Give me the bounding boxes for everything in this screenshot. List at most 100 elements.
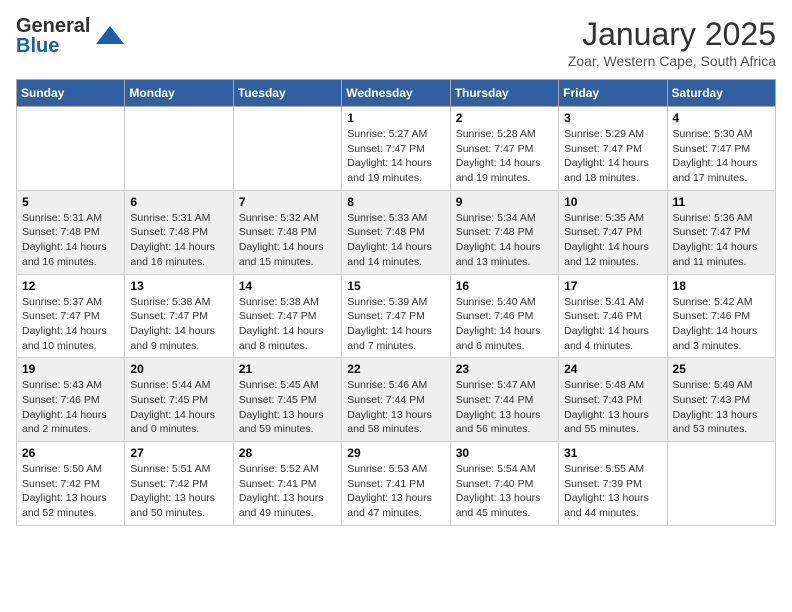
day-number: 27 — [130, 446, 227, 460]
day-info: Sunrise: 5:29 AM Sunset: 7:47 PM Dayligh… — [564, 127, 661, 186]
day-number: 9 — [456, 195, 553, 209]
calendar-cell: 16 Sunrise: 5:40 AM Sunset: 7:46 PM Dayli… — [450, 274, 558, 358]
logo-blue: Blue — [16, 35, 59, 57]
calendar-cell: 19 Sunrise: 5:43 AM Sunset: 7:46 PM Dayli… — [17, 358, 125, 442]
calendar-cell: 30 Sunrise: 5:54 AM Sunset: 7:40 PM Dayli… — [450, 442, 558, 526]
day-info: Sunrise: 5:50 AM Sunset: 7:42 PM Dayligh… — [22, 462, 119, 521]
day-number: 31 — [564, 446, 661, 460]
day-number: 22 — [347, 362, 444, 376]
day-header-wednesday: Wednesday — [342, 80, 450, 107]
day-info: Sunrise: 5:38 AM Sunset: 7:47 PM Dayligh… — [130, 295, 227, 354]
calendar-cell: 18 Sunrise: 5:42 AM Sunset: 7:46 PM Dayli… — [667, 274, 775, 358]
day-number: 3 — [564, 111, 661, 125]
day-number: 15 — [347, 279, 444, 293]
calendar-cell: 3 Sunrise: 5:29 AM Sunset: 7:47 PM Daylig… — [559, 107, 667, 191]
day-info: Sunrise: 5:45 AM Sunset: 7:45 PM Dayligh… — [239, 378, 336, 437]
day-number: 14 — [239, 279, 336, 293]
calendar-cell — [125, 107, 233, 191]
calendar-cell: 12 Sunrise: 5:37 AM Sunset: 7:47 PM Dayli… — [17, 274, 125, 358]
calendar-cell: 17 Sunrise: 5:41 AM Sunset: 7:46 PM Dayli… — [559, 274, 667, 358]
calendar-cell: 5Sunrise: 5:31 AM Sunset: 7:48 PM Daylig… — [17, 190, 125, 274]
day-info: Sunrise: 5:33 AM Sunset: 7:48 PM Dayligh… — [347, 211, 444, 270]
day-number: 17 — [564, 279, 661, 293]
day-info: Sunrise: 5:54 AM Sunset: 7:40 PM Dayligh… — [456, 462, 553, 521]
day-number: 26 — [22, 446, 119, 460]
day-info: Sunrise: 5:43 AM Sunset: 7:46 PM Dayligh… — [22, 378, 119, 437]
calendar-cell: 28 Sunrise: 5:52 AM Sunset: 7:41 PM Dayli… — [233, 442, 341, 526]
calendar-cell: 22 Sunrise: 5:46 AM Sunset: 7:44 PM Dayli… — [342, 358, 450, 442]
calendar-cell: 31 Sunrise: 5:55 AM Sunset: 7:39 PM Dayli… — [559, 442, 667, 526]
calendar-cell — [667, 442, 775, 526]
calendar-week-row: 12 Sunrise: 5:37 AM Sunset: 7:47 PM Dayli… — [17, 274, 776, 358]
day-info: Sunrise: 5:52 AM Sunset: 7:41 PM Dayligh… — [239, 462, 336, 521]
day-info: Sunrise: 5:49 AM Sunset: 7:43 PM Dayligh… — [673, 378, 770, 437]
day-info: Sunrise: 5:32 AM Sunset: 7:48 PM Dayligh… — [239, 211, 336, 270]
calendar-cell: 9 Sunrise: 5:34 AM Sunset: 7:48 PM Daylig… — [450, 190, 558, 274]
calendar-cell: 14 Sunrise: 5:38 AM Sunset: 7:47 PM Dayli… — [233, 274, 341, 358]
day-info: Sunrise: 5:42 AM Sunset: 7:46 PM Dayligh… — [673, 295, 770, 354]
day-info: Sunrise: 5:31 AM Sunset: 7:48 PM Dayligh… — [130, 211, 227, 270]
day-number: 21 — [239, 362, 336, 376]
day-number: 24 — [564, 362, 661, 376]
day-info: Sunrise: 5:55 AM Sunset: 7:39 PM Dayligh… — [564, 462, 661, 521]
calendar-cell: 7 Sunrise: 5:32 AM Sunset: 7:48 PM Daylig… — [233, 190, 341, 274]
day-number: 4 — [673, 111, 770, 125]
logo-general: General — [16, 15, 90, 37]
calendar: SundayMondayTuesdayWednesdayThursdayFrid… — [16, 79, 776, 526]
day-number: 7 — [239, 195, 336, 209]
calendar-week-row: 1Sunrise: 5:27 AM Sunset: 7:47 PM Daylig… — [17, 107, 776, 191]
day-number: 20 — [130, 362, 227, 376]
day-number: 6 — [130, 195, 227, 209]
day-number: 28 — [239, 446, 336, 460]
calendar-cell: 13Sunrise: 5:38 AM Sunset: 7:47 PM Dayli… — [125, 274, 233, 358]
day-number: 16 — [456, 279, 553, 293]
month-title: January 2025 — [568, 16, 776, 53]
calendar-cell: 15Sunrise: 5:39 AM Sunset: 7:47 PM Dayli… — [342, 274, 450, 358]
calendar-cell: 23Sunrise: 5:47 AM Sunset: 7:44 PM Dayli… — [450, 358, 558, 442]
day-info: Sunrise: 5:27 AM Sunset: 7:47 PM Dayligh… — [347, 127, 444, 186]
day-header-thursday: Thursday — [450, 80, 558, 107]
day-info: Sunrise: 5:36 AM Sunset: 7:47 PM Dayligh… — [673, 211, 770, 270]
day-info: Sunrise: 5:44 AM Sunset: 7:45 PM Dayligh… — [130, 378, 227, 437]
calendar-cell: 27 Sunrise: 5:51 AM Sunset: 7:42 PM Dayli… — [125, 442, 233, 526]
day-number: 2 — [456, 111, 553, 125]
calendar-cell — [233, 107, 341, 191]
calendar-cell: 21 Sunrise: 5:45 AM Sunset: 7:45 PM Dayli… — [233, 358, 341, 442]
day-number: 30 — [456, 446, 553, 460]
calendar-cell: 8Sunrise: 5:33 AM Sunset: 7:48 PM Daylig… — [342, 190, 450, 274]
day-info: Sunrise: 5:35 AM Sunset: 7:47 PM Dayligh… — [564, 211, 661, 270]
day-info: Sunrise: 5:37 AM Sunset: 7:47 PM Dayligh… — [22, 295, 119, 354]
day-number: 19 — [22, 362, 119, 376]
day-info: Sunrise: 5:40 AM Sunset: 7:46 PM Dayligh… — [456, 295, 553, 354]
day-number: 12 — [22, 279, 119, 293]
day-info: Sunrise: 5:47 AM Sunset: 7:44 PM Dayligh… — [456, 378, 553, 437]
day-info: Sunrise: 5:48 AM Sunset: 7:43 PM Dayligh… — [564, 378, 661, 437]
header: General Blue January 2025 Zoar, Western … — [16, 16, 776, 69]
calendar-cell: 4 Sunrise: 5:30 AM Sunset: 7:47 PM Daylig… — [667, 107, 775, 191]
day-info: Sunrise: 5:51 AM Sunset: 7:42 PM Dayligh… — [130, 462, 227, 521]
day-info: Sunrise: 5:46 AM Sunset: 7:44 PM Dayligh… — [347, 378, 444, 437]
day-info: Sunrise: 5:28 AM Sunset: 7:47 PM Dayligh… — [456, 127, 553, 186]
day-header-saturday: Saturday — [667, 80, 775, 107]
day-number: 18 — [673, 279, 770, 293]
day-info: Sunrise: 5:34 AM Sunset: 7:48 PM Dayligh… — [456, 211, 553, 270]
location-subtitle: Zoar, Western Cape, South Africa — [568, 53, 776, 69]
calendar-week-row: 5Sunrise: 5:31 AM Sunset: 7:48 PM Daylig… — [17, 190, 776, 274]
day-info: Sunrise: 5:30 AM Sunset: 7:47 PM Dayligh… — [673, 127, 770, 186]
calendar-cell: 20 Sunrise: 5:44 AM Sunset: 7:45 PM Dayli… — [125, 358, 233, 442]
calendar-week-row: 19 Sunrise: 5:43 AM Sunset: 7:46 PM Dayli… — [17, 358, 776, 442]
calendar-cell: 29Sunrise: 5:53 AM Sunset: 7:41 PM Dayli… — [342, 442, 450, 526]
calendar-cell: 11Sunrise: 5:36 AM Sunset: 7:47 PM Dayli… — [667, 190, 775, 274]
day-info: Sunrise: 5:31 AM Sunset: 7:48 PM Dayligh… — [22, 211, 119, 270]
calendar-cell — [17, 107, 125, 191]
calendar-cell: 26 Sunrise: 5:50 AM Sunset: 7:42 PM Dayli… — [17, 442, 125, 526]
day-info: Sunrise: 5:41 AM Sunset: 7:46 PM Dayligh… — [564, 295, 661, 354]
calendar-header-row: SundayMondayTuesdayWednesdayThursdayFrid… — [17, 80, 776, 107]
calendar-cell: 25 Sunrise: 5:49 AM Sunset: 7:43 PM Dayli… — [667, 358, 775, 442]
calendar-cell: 6 Sunrise: 5:31 AM Sunset: 7:48 PM Daylig… — [125, 190, 233, 274]
day-info: Sunrise: 5:38 AM Sunset: 7:47 PM Dayligh… — [239, 295, 336, 354]
logo-icon — [96, 24, 124, 51]
day-number: 25 — [673, 362, 770, 376]
calendar-cell: 1Sunrise: 5:27 AM Sunset: 7:47 PM Daylig… — [342, 107, 450, 191]
calendar-cell: 10Sunrise: 5:35 AM Sunset: 7:47 PM Dayli… — [559, 190, 667, 274]
